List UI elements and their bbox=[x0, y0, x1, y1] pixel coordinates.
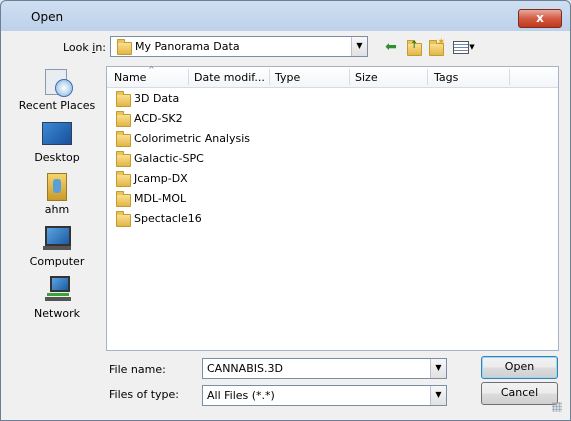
folder-icon bbox=[116, 151, 131, 167]
user-folder-icon bbox=[41, 171, 73, 201]
chevron-down-icon[interactable]: ▼ bbox=[430, 359, 446, 378]
file-type-value: All Files (*.*) bbox=[207, 389, 275, 402]
file-list[interactable]: ^ Name Date modif... Type Size Tags 3D D… bbox=[106, 65, 559, 351]
places-bar: Recent Places Desktop ahm Computer Netwo… bbox=[9, 67, 105, 347]
look-in-value: My Panorama Data bbox=[135, 40, 240, 53]
chevron-down-icon[interactable]: ▼ bbox=[430, 386, 446, 405]
open-dialog: Open x Look in: My Panorama Data ▼ ⬅ ↑ ✶… bbox=[0, 0, 571, 421]
column-tags[interactable]: Tags bbox=[434, 71, 458, 87]
folder-icon bbox=[116, 131, 131, 147]
folder-icon bbox=[116, 111, 131, 127]
folder-icon bbox=[116, 191, 131, 207]
look-in-combo[interactable]: My Panorama Data ▼ bbox=[110, 36, 368, 57]
column-date-modified[interactable]: Date modif... bbox=[194, 71, 265, 87]
close-button[interactable]: x bbox=[518, 9, 562, 28]
back-icon[interactable]: ⬅ bbox=[383, 39, 399, 55]
place-computer[interactable]: Computer bbox=[9, 223, 105, 268]
resize-grip[interactable] bbox=[552, 402, 562, 412]
network-icon bbox=[41, 275, 73, 305]
file-name-label: File name: bbox=[109, 363, 166, 376]
new-folder-icon[interactable]: ✶ bbox=[428, 37, 445, 56]
sort-ascending-icon: ^ bbox=[148, 65, 155, 74]
look-in-label: Look in: bbox=[63, 41, 107, 54]
file-name-field[interactable]: CANNABIS.3D ▼ bbox=[202, 358, 447, 379]
place-ahm[interactable]: ahm bbox=[9, 171, 105, 216]
place-desktop[interactable]: Desktop bbox=[9, 119, 105, 164]
dialog-body: Look in: My Panorama Data ▼ ⬅ ↑ ✶ ▼ Rece… bbox=[7, 31, 564, 414]
title-bar[interactable]: Open x bbox=[1, 1, 570, 31]
desktop-icon bbox=[41, 119, 73, 149]
computer-icon bbox=[41, 223, 73, 253]
up-folder-icon[interactable]: ↑ bbox=[406, 39, 422, 56]
window-title: Open bbox=[31, 10, 64, 24]
column-type[interactable]: Type bbox=[275, 71, 300, 87]
file-type-label: Files of type: bbox=[109, 388, 180, 401]
place-recent-places[interactable]: Recent Places bbox=[9, 67, 105, 112]
file-type-select[interactable]: All Files (*.*) ▼ bbox=[202, 385, 447, 406]
cancel-button[interactable]: Cancel bbox=[481, 382, 558, 405]
file-name-value[interactable]: CANNABIS.3D bbox=[207, 362, 283, 375]
folder-icon bbox=[117, 39, 132, 55]
chevron-down-icon[interactable]: ▼ bbox=[351, 37, 367, 56]
folder-icon bbox=[116, 91, 131, 107]
column-name[interactable]: Name bbox=[114, 71, 146, 87]
folder-icon bbox=[116, 171, 131, 187]
column-size[interactable]: Size bbox=[355, 71, 378, 87]
open-button[interactable]: Open bbox=[481, 356, 558, 379]
column-header: ^ Name Date modif... Type Size Tags bbox=[107, 65, 558, 88]
recent-places-icon bbox=[41, 67, 73, 97]
place-network[interactable]: Network bbox=[9, 275, 105, 320]
views-menu-icon[interactable]: ▼ bbox=[451, 39, 477, 55]
folder-icon bbox=[116, 211, 131, 227]
